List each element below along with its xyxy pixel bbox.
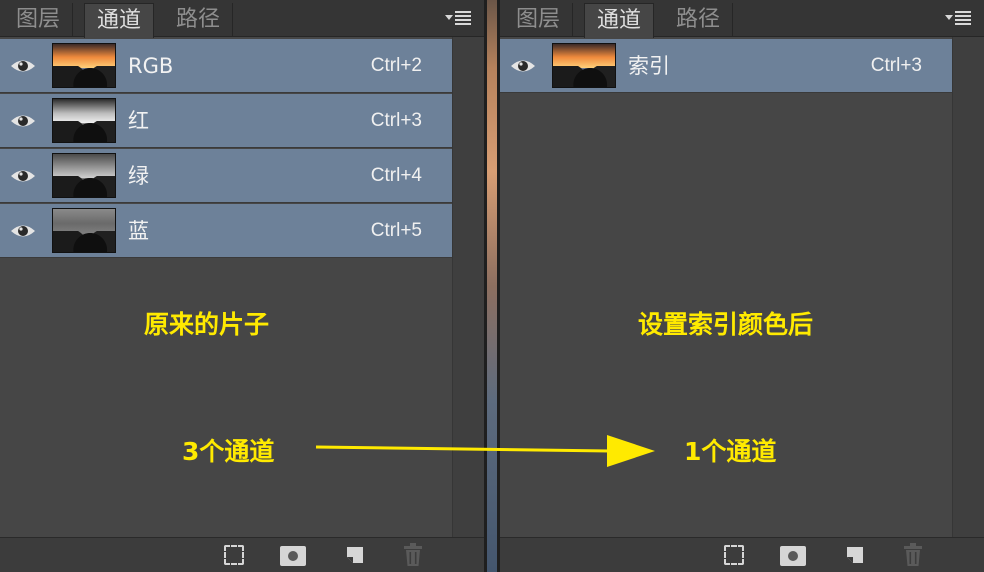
channel-shortcut: Ctrl+4 (370, 165, 422, 186)
channel-thumbnail (52, 153, 116, 198)
channel-name: RGB (128, 54, 174, 78)
channel-shortcut: Ctrl+3 (370, 110, 422, 131)
tab-channels[interactable]: 通道 (584, 3, 655, 38)
eye-icon[interactable] (510, 56, 536, 76)
channel-thumbnail (552, 43, 616, 88)
load-selection-icon[interactable] (724, 545, 744, 565)
channel-row-rgb[interactable]: RGB Ctrl+2 (0, 39, 452, 93)
channel-row-green[interactable]: 绿 Ctrl+4 (0, 149, 452, 203)
channels-panel-indexed: 图层 通道 路径 索引 Ctrl+3 设置索引颜色后 (500, 0, 984, 572)
channel-shortcut: Ctrl+2 (370, 55, 422, 76)
channel-row-red[interactable]: 红 Ctrl+3 (0, 94, 452, 148)
scrollbar[interactable] (452, 37, 484, 537)
channel-thumbnail (52, 98, 116, 143)
channel-thumbnail (52, 43, 116, 88)
channel-name: 蓝 (128, 219, 149, 243)
channel-name: 索引 (628, 54, 670, 78)
canvas-strip-between-panels (484, 0, 500, 572)
channel-thumbnail (52, 208, 116, 253)
trash-icon[interactable] (902, 543, 924, 567)
save-selection-mask-icon[interactable] (280, 546, 306, 566)
load-selection-icon[interactable] (224, 545, 244, 565)
panel-menu-icon[interactable] (445, 10, 475, 26)
channel-shortcut: Ctrl+3 (870, 55, 922, 76)
scrollbar[interactable] (952, 37, 984, 537)
channel-name: 红 (128, 109, 149, 133)
new-channel-icon[interactable] (344, 544, 366, 566)
tab-channels[interactable]: 通道 (84, 3, 155, 38)
annotation-one-channel: 1个通道 (684, 437, 777, 466)
panel-bottom-toolbar (0, 537, 484, 572)
panel-tab-bar: 图层 通道 路径 (0, 0, 484, 38)
new-channel-icon[interactable] (844, 544, 866, 566)
annotation-original: 原来的片子 (144, 310, 270, 339)
eye-icon[interactable] (10, 111, 36, 131)
tab-paths[interactable]: 路径 (164, 3, 234, 37)
channel-name: 绿 (128, 164, 149, 188)
tab-layers[interactable]: 图层 (4, 3, 74, 37)
channels-panel-original: 图层 通道 路径 RGB Ctrl+2 红 Ctrl+3 绿 Ctrl+4 蓝 … (0, 0, 484, 572)
channel-shortcut: Ctrl+5 (370, 220, 422, 241)
channel-row-blue[interactable]: 蓝 Ctrl+5 (0, 204, 452, 258)
channel-row-index[interactable]: 索引 Ctrl+3 (500, 39, 952, 93)
eye-icon[interactable] (10, 221, 36, 241)
annotation-indexed: 设置索引颜色后 (638, 310, 814, 339)
eye-icon[interactable] (10, 56, 36, 76)
panel-menu-icon[interactable] (945, 10, 975, 26)
save-selection-mask-icon[interactable] (780, 546, 806, 566)
panel-bottom-toolbar (500, 537, 984, 572)
annotation-three-channels: 3个通道 (182, 437, 275, 466)
panel-tab-bar: 图层 通道 路径 (500, 0, 984, 38)
trash-icon[interactable] (402, 543, 424, 567)
eye-icon[interactable] (10, 166, 36, 186)
tab-paths[interactable]: 路径 (664, 3, 734, 37)
tab-layers[interactable]: 图层 (504, 3, 574, 37)
